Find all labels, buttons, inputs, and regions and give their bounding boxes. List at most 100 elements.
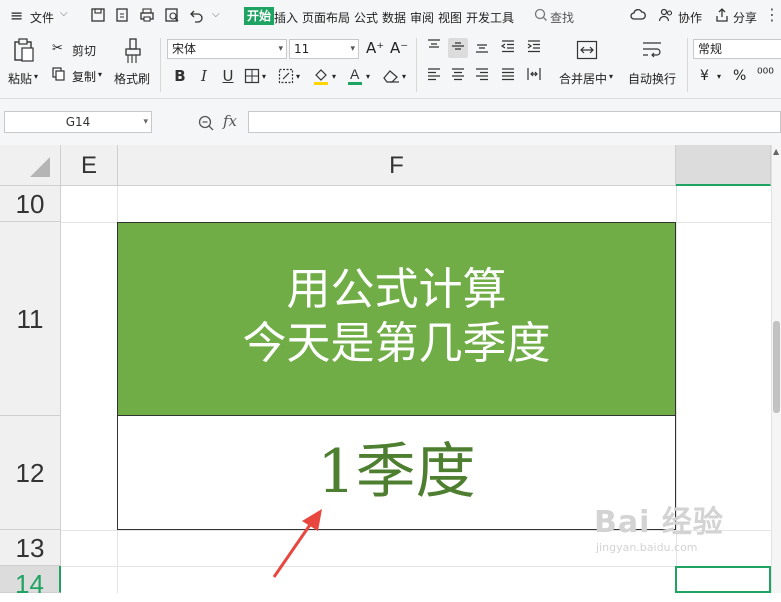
number-format-select[interactable]: 常规	[693, 39, 781, 59]
font-grow-button[interactable]: A⁺	[366, 39, 384, 57]
cell-reference: G14	[65, 115, 91, 129]
name-box[interactable]: G14 ▾	[4, 111, 152, 133]
copy-button[interactable]: 复制	[72, 68, 96, 85]
chevron-down-icon[interactable]: ⌵	[60, 8, 68, 19]
font-size-value: 11	[294, 42, 310, 56]
cut-button[interactable]: 剪切	[72, 42, 96, 59]
italic-button[interactable]: I	[194, 66, 214, 86]
separator	[687, 38, 688, 92]
eraser-icon[interactable]	[382, 68, 400, 84]
column-header-f[interactable]: F	[118, 145, 676, 186]
search-button[interactable]: 查找	[550, 9, 574, 26]
merge-center-icon[interactable]	[576, 40, 598, 60]
justify-icon[interactable]	[498, 66, 518, 86]
fx-icon[interactable]: fx	[223, 112, 237, 130]
distribute-icon[interactable]	[524, 66, 544, 86]
undo-dropdown-icon[interactable]: ⌵	[212, 9, 220, 20]
currency-button[interactable]: ¥	[700, 68, 709, 84]
search-icon[interactable]	[533, 7, 549, 23]
print-icon[interactable]	[139, 7, 155, 23]
watermark-url: jingyan.baidu.com	[596, 541, 698, 554]
font-color-dropdown-icon[interactable]: ▾	[366, 72, 370, 81]
font-shrink-button[interactable]: A⁻	[390, 39, 408, 57]
currency-dropdown-icon[interactable]: ▾	[717, 72, 721, 81]
spreadsheet-grid: E F 10 11 12 13 14 用公式计算 今天是第几季度 1季度 Bai…	[0, 145, 781, 599]
merge-center-button[interactable]: 合并居中	[559, 70, 607, 87]
scissors-icon[interactable]: ✂	[52, 41, 63, 56]
active-cell-g14[interactable]	[675, 566, 771, 593]
row-header-12[interactable]: 12	[0, 416, 61, 530]
tab-data[interactable]: 数据	[382, 9, 406, 26]
zoom-icon[interactable]	[197, 114, 215, 132]
font-name-select[interactable]: 宋体 ▾	[167, 39, 287, 59]
borders-icon[interactable]	[244, 68, 260, 84]
select-all-corner[interactable]	[0, 145, 61, 186]
paste-icon[interactable]	[13, 38, 35, 62]
chevron-down-icon: ▾	[350, 44, 355, 54]
font-size-select[interactable]: 11 ▾	[289, 39, 359, 59]
fill-color-icon[interactable]	[312, 66, 330, 86]
merge-center-dropdown-icon[interactable]: ▾	[609, 72, 613, 81]
paste-dropdown-icon[interactable]: ▾	[34, 72, 38, 81]
tab-page-layout[interactable]: 页面布局	[302, 9, 350, 26]
align-bottom-icon[interactable]	[472, 38, 492, 58]
percent-button[interactable]: %	[733, 68, 746, 84]
collaborate-button[interactable]: 协作	[678, 9, 702, 26]
align-top-icon[interactable]	[424, 38, 444, 58]
scrollbar-thumb[interactable]	[773, 321, 780, 413]
cell-style-icon[interactable]	[278, 68, 294, 84]
format-painter-icon[interactable]	[124, 38, 142, 64]
align-middle-icon[interactable]	[448, 38, 468, 58]
scroll-up-icon[interactable]: ▲	[773, 147, 779, 156]
quarter-result-cell[interactable]: 1季度	[117, 416, 676, 530]
collaborate-icon[interactable]	[658, 7, 674, 23]
menu-icon[interactable]: ≡	[10, 6, 23, 25]
bold-button[interactable]: B	[170, 66, 190, 86]
underline-button[interactable]: U	[218, 66, 238, 86]
row-header-14[interactable]: 14	[0, 566, 61, 599]
increase-indent-icon[interactable]	[524, 38, 544, 58]
gridline	[61, 566, 771, 567]
file-menu[interactable]: 文件	[30, 9, 54, 26]
cell-style-dropdown-icon[interactable]: ▾	[296, 72, 300, 81]
tab-insert[interactable]: 插入	[274, 9, 298, 26]
copy-icon[interactable]	[52, 67, 66, 81]
tab-formulas[interactable]: 公式	[354, 9, 378, 26]
formula-input[interactable]	[248, 111, 781, 133]
tab-home[interactable]: 开始	[244, 7, 275, 25]
undo-icon[interactable]	[189, 7, 205, 23]
export-pdf-icon[interactable]	[114, 7, 130, 23]
baidu-watermark: Bai 经验 jingyan.baidu.com	[594, 497, 724, 554]
borders-dropdown-icon[interactable]: ▾	[262, 72, 266, 81]
row-header-10[interactable]: 10	[0, 186, 61, 222]
fill-color-dropdown-icon[interactable]: ▾	[332, 72, 336, 81]
tab-review[interactable]: 审阅	[410, 9, 434, 26]
tab-view[interactable]: 视图	[438, 9, 462, 26]
save-icon[interactable]	[90, 7, 106, 23]
thousands-separator-button[interactable]: ⁰⁰⁰	[757, 66, 774, 82]
share-button[interactable]: 分享	[733, 9, 757, 26]
share-icon[interactable]	[714, 7, 730, 23]
row-header-11[interactable]: 11	[0, 222, 61, 416]
more-options-icon[interactable]: ⋮	[764, 5, 780, 24]
paste-button[interactable]: 粘贴	[8, 70, 32, 87]
align-right-icon[interactable]	[472, 66, 492, 86]
align-left-icon[interactable]	[424, 66, 444, 86]
print-preview-icon[interactable]	[164, 7, 180, 23]
align-center-icon[interactable]	[448, 66, 468, 86]
wrap-text-icon[interactable]	[641, 40, 663, 60]
wrap-text-button[interactable]: 自动换行	[628, 70, 676, 87]
format-painter-button[interactable]: 格式刷	[114, 70, 150, 87]
title-cell[interactable]: 用公式计算 今天是第几季度	[117, 222, 676, 416]
tab-developer[interactable]: 开发工具	[466, 9, 514, 26]
font-color-icon[interactable]: A	[346, 65, 364, 87]
decrease-indent-icon[interactable]	[498, 38, 518, 58]
separator	[416, 38, 417, 92]
copy-dropdown-icon[interactable]: ▾	[98, 70, 102, 79]
cloud-icon[interactable]	[630, 7, 646, 23]
annotation-arrow	[272, 509, 322, 578]
column-header-g[interactable]	[676, 145, 771, 186]
column-header-e[interactable]: E	[61, 145, 118, 186]
row-header-13[interactable]: 13	[0, 530, 61, 566]
eraser-dropdown-icon[interactable]: ▾	[402, 72, 406, 81]
